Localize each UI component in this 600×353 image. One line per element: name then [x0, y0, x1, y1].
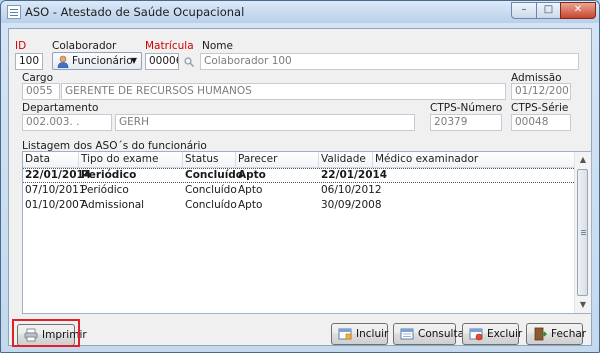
fechar-label: Fechar — [551, 328, 587, 340]
chevron-down-icon: ▼ — [130, 56, 137, 65]
excluir-button[interactable]: Excluir — [462, 323, 523, 345]
consultar-label: Consultar — [418, 328, 469, 340]
cell-data: 01/10/2007 — [25, 199, 86, 211]
aso-table[interactable]: Data Tipo do exame Status Parecer Valida… — [22, 151, 592, 314]
matricula-label: Matrícula — [145, 40, 194, 52]
cell-parecer: Apto — [238, 199, 263, 211]
column-header-data[interactable]: Data — [23, 152, 79, 168]
title-bar[interactable]: ASO - Atestado de Saúde Ocupacional – □ … — [1, 1, 599, 23]
user-icon — [57, 55, 69, 68]
cell-parecer: Apto — [238, 184, 263, 196]
departamento-label: Departamento — [22, 102, 99, 114]
cell-parecer: Apto — [238, 169, 266, 181]
cell-medico — [373, 198, 375, 213]
scroll-down-icon[interactable]: ▼ — [575, 297, 591, 313]
id-label: ID — [15, 40, 27, 52]
ctps-numero-label: CTPS-Número — [430, 102, 503, 114]
admissao-field[interactable]: 01/12/2007 — [511, 83, 571, 100]
close-button[interactable]: ✕ — [560, 2, 596, 19]
window-title: ASO - Atestado de Saúde Ocupacional — [25, 5, 245, 19]
column-header-medico[interactable]: Médico examinador — [373, 152, 577, 168]
colaborador-dropdown[interactable]: Funcionário ▼ — [52, 52, 142, 70]
app-icon — [7, 5, 21, 19]
minimize-button[interactable]: – — [511, 2, 537, 19]
cargo-code-field[interactable]: 0055 — [22, 83, 60, 100]
column-header-parecer[interactable]: Parecer — [236, 152, 319, 168]
column-header-validade[interactable]: Validade — [319, 152, 373, 168]
table-row[interactable]: 07/10/2011 Periódico Concluído Apto 06/1… — [23, 183, 576, 198]
scroll-up-icon[interactable]: ▲ — [575, 152, 591, 168]
excluir-label: Excluir — [487, 328, 523, 340]
table-row[interactable]: 01/10/2007 Admissional Concluído Apto 30… — [23, 198, 576, 213]
consultar-button[interactable]: Consultar — [393, 323, 468, 345]
cell-status: Concluído — [185, 199, 237, 211]
colaborador-label: Colaborador — [52, 40, 117, 52]
cargo-field[interactable]: GERENTE DE RECURSOS HUMANOS — [61, 83, 506, 100]
incluir-button[interactable]: Incluir — [331, 323, 388, 345]
cell-medico — [373, 169, 375, 184]
fechar-button[interactable]: Fechar — [526, 323, 587, 345]
cell-data: 07/10/2011 — [25, 184, 86, 196]
delete-record-icon — [469, 328, 483, 341]
incluir-label: Incluir — [356, 328, 389, 340]
cell-medico — [373, 183, 375, 198]
search-icon[interactable] — [184, 57, 194, 67]
ctps-serie-label: CTPS-Série — [511, 102, 569, 114]
matricula-field[interactable]: 000061 — [145, 53, 179, 70]
departamento-code-field[interactable]: 002.003. . — [22, 114, 112, 131]
nome-field[interactable]: Colaborador 100 — [200, 53, 579, 70]
cell-status: Concluído — [185, 169, 244, 181]
cell-status: Concluído — [185, 184, 237, 196]
ctps-serie-field[interactable]: 00048 — [511, 114, 571, 131]
column-header-status[interactable]: Status — [183, 152, 236, 168]
scroll-thumb[interactable] — [577, 169, 588, 296]
cell-validade: 22/01/2014 — [321, 169, 388, 181]
ctps-numero-field[interactable]: 20379 — [430, 114, 502, 131]
add-record-icon — [338, 328, 352, 340]
maximize-button[interactable]: □ — [536, 2, 561, 19]
cell-tipo-exame: Periódico — [81, 169, 137, 181]
column-header-tipo-exame[interactable]: Tipo do exame — [79, 152, 183, 168]
id-field[interactable]: 100 — [15, 53, 43, 70]
nome-label: Nome — [202, 40, 233, 52]
cell-tipo-exame: Admissional — [81, 199, 145, 211]
highlight-box — [12, 319, 80, 347]
vertical-scrollbar[interactable]: ▲ ▼ — [574, 152, 591, 313]
exit-door-icon — [534, 327, 547, 341]
view-record-icon — [400, 328, 414, 340]
table-row[interactable]: 22/01/2014 Periódico Concluído Apto 22/0… — [23, 168, 576, 183]
aso-window: ASO - Atestado de Saúde Ocupacional – □ … — [0, 0, 600, 353]
cell-tipo-exame: Periódico — [81, 184, 129, 196]
departamento-field[interactable]: GERH — [115, 114, 415, 131]
colaborador-value: Funcionário — [72, 55, 133, 67]
